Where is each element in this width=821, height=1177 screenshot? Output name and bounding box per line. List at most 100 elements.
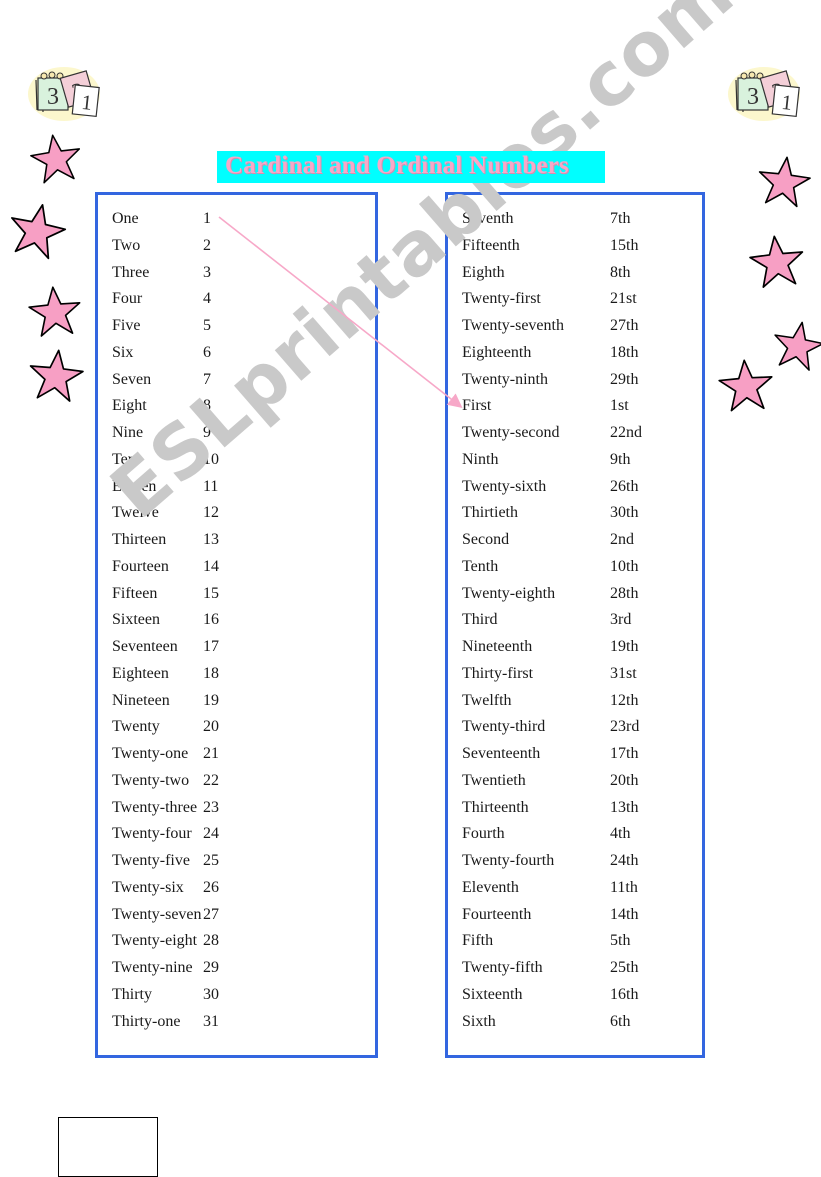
list-item[interactable]: Eleven 11 bbox=[98, 474, 375, 501]
number-word: Eleventh bbox=[462, 878, 519, 896]
list-item[interactable]: Thirteen 13 bbox=[98, 527, 375, 554]
list-item[interactable]: Twenty-one 21 bbox=[98, 741, 375, 768]
list-item[interactable]: Second 2nd bbox=[448, 527, 702, 554]
list-item[interactable]: Two 2 bbox=[98, 233, 375, 260]
answer-box[interactable] bbox=[58, 1117, 158, 1177]
list-item[interactable]: Eleventh 11th bbox=[448, 875, 702, 902]
number-word: Twenty-one bbox=[112, 745, 189, 762]
list-item[interactable]: Thirty-one 31 bbox=[98, 1009, 375, 1036]
number-figure: 12th bbox=[610, 691, 639, 709]
number-word: Third bbox=[462, 611, 498, 629]
list-item[interactable]: One 1 bbox=[98, 206, 375, 233]
list-item[interactable]: Twenty-fourth 24th bbox=[448, 848, 702, 875]
list-item[interactable]: Twenty-second 22nd bbox=[448, 420, 702, 447]
list-item[interactable]: Fourteen 14 bbox=[98, 554, 375, 581]
list-item[interactable]: Fifteenth 15th bbox=[448, 233, 702, 260]
number-figure: 5 bbox=[203, 317, 211, 334]
number-word: Seventeen bbox=[112, 638, 178, 655]
list-item[interactable]: Thirteenth 13th bbox=[448, 795, 702, 822]
list-item[interactable]: Sixth 6th bbox=[448, 1009, 702, 1036]
list-item[interactable]: Thirty-first 31st bbox=[448, 661, 702, 688]
list-item[interactable]: Twenty-first 21st bbox=[448, 286, 702, 313]
number-word: Sixth bbox=[462, 1012, 496, 1030]
number-word: Thirteen bbox=[112, 531, 167, 548]
number-figure: 31st bbox=[610, 664, 637, 682]
list-item[interactable]: Twenty-three 23 bbox=[98, 795, 375, 822]
star-icon bbox=[26, 283, 85, 342]
number-figure: 7 bbox=[203, 370, 211, 388]
list-item[interactable]: Thirty 30 bbox=[98, 982, 375, 1009]
number-figure: 17th bbox=[610, 745, 639, 762]
number-word: Seventeenth bbox=[462, 745, 541, 762]
list-item[interactable]: Four 4 bbox=[98, 286, 375, 313]
list-item[interactable]: Eighth 8th bbox=[448, 260, 702, 287]
list-item[interactable]: Twenty-eight 28 bbox=[98, 928, 375, 955]
number-figure: 10th bbox=[610, 557, 639, 575]
number-word: Four bbox=[112, 290, 143, 308]
number-figure: 27 bbox=[203, 905, 219, 923]
number-word: Sixteenth bbox=[462, 985, 523, 1003]
list-item[interactable]: Twenty-third 23rd bbox=[448, 714, 702, 741]
number-figure: 25 bbox=[203, 852, 219, 869]
list-item[interactable]: Twenty-eighth 28th bbox=[448, 581, 702, 608]
list-item[interactable]: Five 5 bbox=[98, 313, 375, 340]
list-item[interactable]: Thirtieth 30th bbox=[448, 500, 702, 527]
number-word: One bbox=[112, 210, 139, 227]
list-item[interactable]: Sixteenth 16th bbox=[448, 982, 702, 1009]
list-item[interactable]: Ninth 9th bbox=[448, 447, 702, 474]
star-icon bbox=[754, 152, 814, 212]
list-item[interactable]: Fourteenth 14th bbox=[448, 902, 702, 929]
list-item[interactable]: Twenty-seventh 27th bbox=[448, 313, 702, 340]
list-item[interactable]: Fourth 4th bbox=[448, 821, 702, 848]
list-item[interactable]: Nineteen 19 bbox=[98, 688, 375, 715]
list-item[interactable]: Twenty-four 24 bbox=[98, 821, 375, 848]
list-item[interactable]: Seventeen 17 bbox=[98, 634, 375, 661]
number-word: Eighteen bbox=[112, 664, 169, 682]
list-item[interactable]: Twenty-five 25 bbox=[98, 848, 375, 875]
list-item[interactable]: First 1st bbox=[448, 393, 702, 420]
list-item[interactable]: Twelve 12 bbox=[98, 500, 375, 527]
cardinal-numbers-box: One 1 Two 2 Three 3 Four 4 Five 5 Six 6 Seven 7 Eight 8… bbox=[95, 192, 378, 1058]
number-word: Twenty bbox=[112, 718, 160, 736]
list-item[interactable]: Seventeenth 17th bbox=[448, 741, 702, 768]
list-item[interactable]: Eighteen 18 bbox=[98, 661, 375, 688]
list-item[interactable]: Twentieth 20th bbox=[448, 768, 702, 795]
list-item[interactable]: Eighteenth 18th bbox=[448, 340, 702, 367]
list-item[interactable]: Twenty-ninth 29th bbox=[448, 367, 702, 394]
number-word: Ninth bbox=[462, 450, 499, 468]
number-word: Fifth bbox=[462, 932, 494, 950]
list-item[interactable]: Fifteen 15 bbox=[98, 581, 375, 608]
list-item[interactable]: Twenty-sixth 26th bbox=[448, 474, 702, 501]
number-word: Five bbox=[112, 317, 141, 334]
list-item[interactable]: Three 3 bbox=[98, 260, 375, 287]
list-item[interactable]: Tenth 10th bbox=[448, 554, 702, 581]
list-item[interactable]: Fifth 5th bbox=[448, 928, 702, 955]
number-figure: 17 bbox=[203, 638, 219, 655]
list-item[interactable]: Twenty-six 26 bbox=[98, 875, 375, 902]
number-figure: 13 bbox=[203, 531, 219, 548]
list-item[interactable]: Ten 10 bbox=[98, 447, 375, 474]
number-figure: 24th bbox=[610, 852, 639, 869]
list-item[interactable]: Twenty-nine 29 bbox=[98, 955, 375, 982]
list-item[interactable]: Twenty 20 bbox=[98, 714, 375, 741]
list-item[interactable]: Third 3rd bbox=[448, 607, 702, 634]
list-item[interactable]: Twelfth 12th bbox=[448, 688, 702, 715]
list-item[interactable]: Eight 8 bbox=[98, 393, 375, 420]
number-figure: 10 bbox=[203, 450, 219, 468]
list-item[interactable]: Sixteen 16 bbox=[98, 607, 375, 634]
number-word: Eleven bbox=[112, 477, 157, 495]
list-item[interactable]: Six 6 bbox=[98, 340, 375, 367]
list-item[interactable]: Seventh 7th bbox=[448, 206, 702, 233]
number-word: Twenty-six bbox=[112, 878, 184, 896]
number-figure: 9th bbox=[610, 450, 631, 468]
list-item[interactable]: Twenty-seven 27 bbox=[98, 902, 375, 929]
list-item[interactable]: Twenty-fifth 25th bbox=[448, 955, 702, 982]
number-word: First bbox=[462, 397, 492, 415]
number-figure: 3rd bbox=[610, 611, 632, 629]
list-item[interactable]: Nineteenth 19th bbox=[448, 634, 702, 661]
list-item[interactable]: Twenty-two 22 bbox=[98, 768, 375, 795]
list-item[interactable]: Seven 7 bbox=[98, 367, 375, 394]
list-item[interactable]: Nine 9 bbox=[98, 420, 375, 447]
star-icon bbox=[25, 345, 87, 407]
number-figure: 1 bbox=[203, 210, 211, 227]
